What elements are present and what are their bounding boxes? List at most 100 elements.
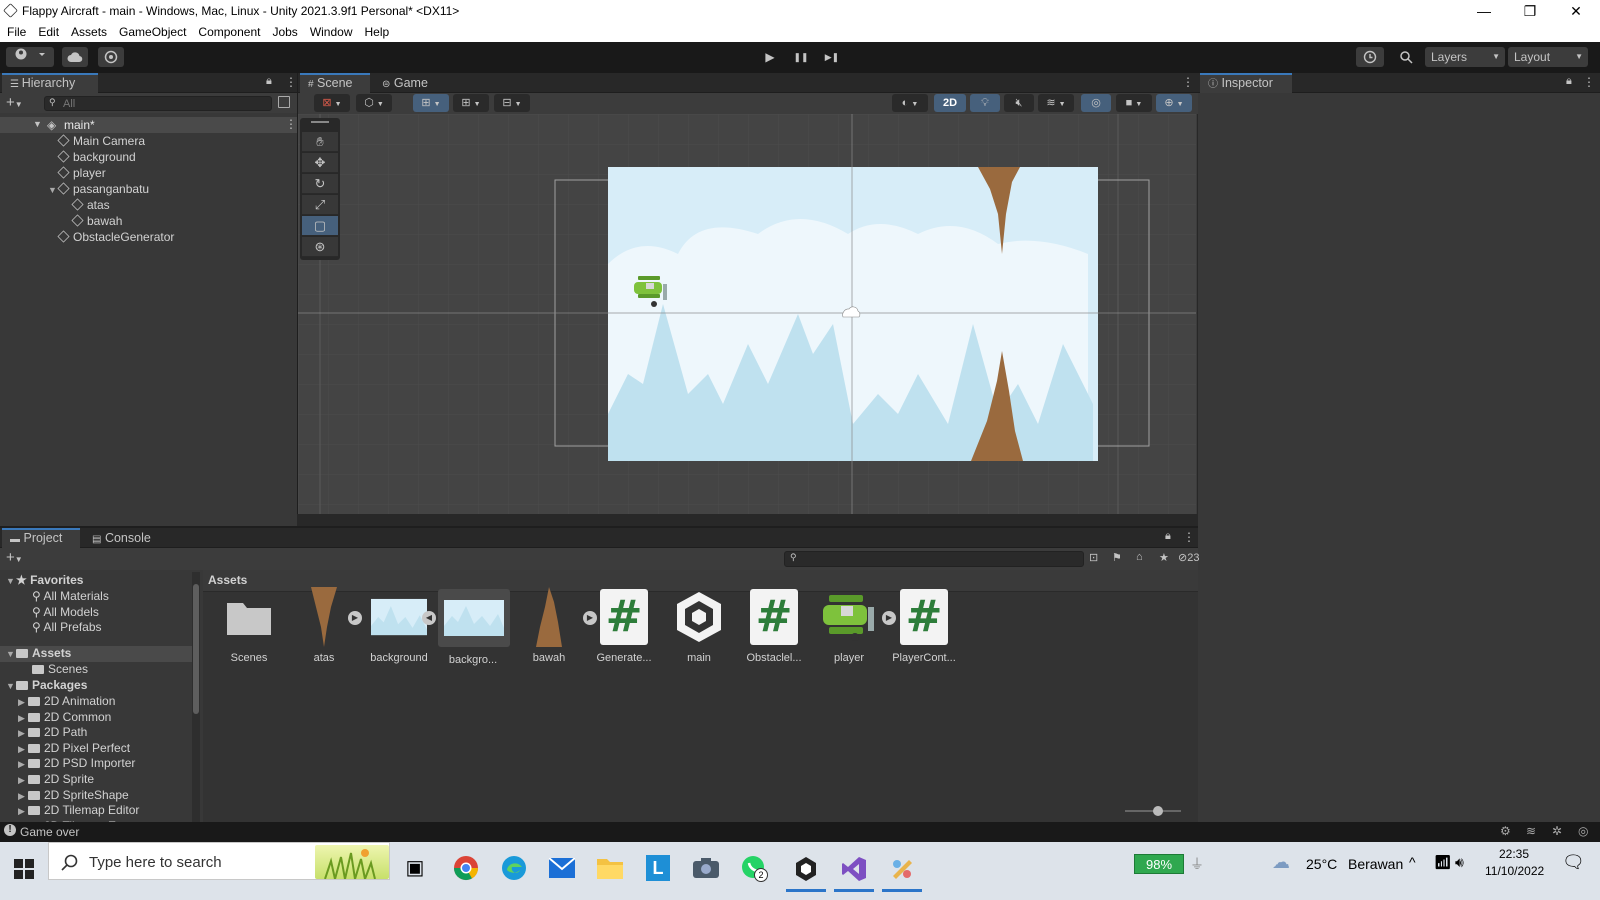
asset-item[interactable]: player [814,589,884,664]
hierarchy-search-input[interactable]: All [63,98,75,110]
maximize-button[interactable]: ❐ [1507,0,1553,23]
pause-button[interactable]: ❚❚ [787,47,815,68]
favorite-item[interactable]: ⚲ All Materials [32,589,109,605]
task-view-icon[interactable]: ▣ [399,852,431,884]
package-row[interactable]: ▶ 2D PSD Importer [18,756,142,772]
folder-row-scenes[interactable]: Scenes [32,662,88,678]
tab-scene[interactable]: # Scene [300,73,370,93]
more-options-icon[interactable]: ⋮ [1183,530,1195,544]
more-options-icon[interactable]: ⋮ [285,117,297,131]
expand-arrow-icon[interactable]: ▼ [6,679,16,695]
scene-root-row[interactable]: ▼ ◈ main* ⋮ [0,117,297,133]
menu-window[interactable]: Window [303,23,358,39]
account-button[interactable] [6,47,54,67]
hierarchy-search-box[interactable]: ⚲ All [44,96,272,111]
step-button[interactable]: ▶❚ [818,47,846,68]
asset-item[interactable]: background [364,589,434,664]
menu-jobs[interactable]: Jobs [265,23,302,39]
file-explorer-icon[interactable] [594,852,626,884]
packages-row[interactable]: ▼ Packages [6,678,87,694]
visual-studio-icon[interactable] [834,852,874,892]
cache-icon[interactable]: ≋ [1526,824,1536,838]
zoom-slider[interactable] [1125,806,1181,816]
expand-arrow-icon[interactable]: ▼ [6,574,16,590]
hierarchy-item[interactable]: player [0,165,297,181]
menu-assets[interactable]: Assets [64,23,112,39]
expand-arrow-icon[interactable]: ▶ [18,789,28,805]
assets-row[interactable]: ▼ Assets [0,646,194,662]
status-message[interactable]: Game over [20,825,79,839]
windows-start-button[interactable] [14,859,34,882]
weather-temperature[interactable]: 25°C [1306,856,1337,872]
asset-item[interactable]: main [664,589,734,664]
package-row[interactable]: ▶ 2D Tilemap Editor [18,803,142,819]
play-button[interactable]: ▶ [756,47,784,68]
expand-arrow-icon[interactable]: ▶ [18,757,28,773]
performance-icon[interactable]: ⚙ [1500,824,1511,838]
asset-item[interactable]: atas [289,587,359,664]
undo-history-button[interactable] [1356,47,1384,67]
hierarchy-item[interactable]: ObstacleGenerator [0,229,297,245]
lock-icon[interactable]: 🔒︎ [266,75,272,88]
package-row[interactable]: ▶ 2D SpriteShape [18,788,142,804]
package-row[interactable]: ▶ 2D Sprite [18,772,142,788]
menu-gameobject[interactable]: GameObject [112,23,191,39]
tab-console[interactable]: ▤ Console [84,528,164,548]
menu-help[interactable]: Help [358,23,395,39]
asset-item[interactable]: # Obstaclel... [739,589,809,664]
expand-arrow-icon[interactable]: ▶ [18,726,28,742]
tree-scrollbar[interactable] [192,572,200,824]
draw-mode-button[interactable]: ⊠ ▼ [314,94,350,112]
menu-edit[interactable]: Edit [31,23,64,39]
taskbar-search-box[interactable]: Type here to search [48,842,390,883]
lock-icon[interactable]: 🔒︎ [1165,530,1171,543]
create-button[interactable]: +▼ [6,549,23,566]
label-icon[interactable]: ⌂ [1136,551,1143,563]
asset-item[interactable]: # Generate... [589,589,659,664]
asset-item[interactable]: # PlayerCont... [889,589,959,664]
tab-inspector[interactable]: ⓘ Inspector [1200,73,1292,93]
expand-arrow-icon[interactable]: ▼ [33,119,42,129]
favorite-item[interactable]: ⚲ All Prefabs [32,620,102,636]
expand-arrow-icon[interactable]: ▼ [6,647,16,663]
expand-arrow-icon[interactable]: ▶ [18,773,28,789]
camera-button[interactable]: ■ ▼ [1116,94,1152,112]
notifications-icon[interactable]: 🗨︎ [1562,852,1585,873]
grid-snap-button[interactable]: ⊞ ▼ [453,94,489,112]
collab-button[interactable] [98,47,124,67]
clock-date[interactable]: 11/10/2022 [1485,864,1544,878]
hidden-objects-button[interactable]: ◎ [1081,94,1111,112]
notepad-app-icon[interactable]: L [642,852,674,884]
clock-time[interactable]: 22:35 [1499,847,1529,861]
edge-icon[interactable] [498,852,530,884]
cloud-button[interactable] [62,47,88,67]
hierarchy-item[interactable]: background [0,149,297,165]
scrollbar-thumb[interactable] [193,584,199,714]
expand-arrow-icon[interactable]: ▶ [18,804,28,820]
more-options-icon[interactable]: ⋮ [1583,75,1595,89]
whatsapp-icon[interactable]: 2 [738,852,770,884]
taskbar-search-input[interactable]: Type here to search [89,854,222,871]
move-tool-button[interactable]: ✥ [302,153,338,173]
hierarchy-item[interactable]: ▼ pasanganbatu [0,181,297,197]
filter-icon[interactable] [278,96,290,108]
collapse-sprite-icon[interactable]: ◀ [422,611,436,625]
add-button[interactable]: +▼ [6,94,23,111]
scene-view[interactable]: ✋︎ ✥ ↻ ⤢ ▢ ⊛ [298,114,1196,514]
tab-hierarchy[interactable]: ☰ Hierarchy [2,73,98,93]
move-snap-button[interactable]: ⊞ ▼ [413,94,449,112]
2d-toggle-button[interactable]: 2D [934,94,966,112]
layers-dropdown[interactable]: Layers ▼ [1425,47,1505,67]
hierarchy-item[interactable]: bawah [0,213,297,229]
overlay-button[interactable]: ◐ ▼ [892,94,928,112]
weather-cloud-icon[interactable]: ☁ [1272,852,1290,873]
chevron-up-icon[interactable]: ^ [1409,854,1416,870]
progress-icon[interactable]: ◎ [1578,824,1588,838]
unity-taskbar-icon[interactable] [786,852,826,892]
tab-game[interactable]: ⊜ Game [374,73,438,93]
zoom-slider-handle[interactable] [1153,806,1163,816]
minimize-button[interactable]: — [1461,0,1507,23]
hierarchy-item[interactable]: Main Camera [0,133,297,149]
debug-icon[interactable]: ✲ [1552,824,1562,838]
increment-snap-button[interactable]: ⊟ ▼ [494,94,530,112]
